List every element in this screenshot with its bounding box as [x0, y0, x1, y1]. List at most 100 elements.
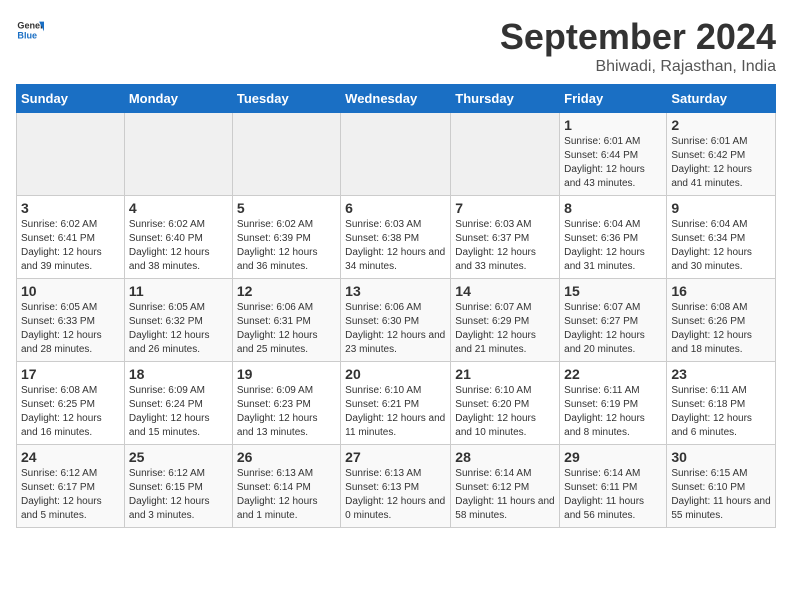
day-cell: 4 Sunrise: 6:02 AMSunset: 6:40 PMDayligh…	[124, 196, 232, 279]
day-cell: 25 Sunrise: 6:12 AMSunset: 6:15 PMDaylig…	[124, 445, 232, 528]
day-info: Sunrise: 6:08 AMSunset: 6:25 PMDaylight:…	[21, 384, 120, 440]
day-cell: 5 Sunrise: 6:02 AMSunset: 6:39 PMDayligh…	[232, 196, 340, 279]
day-cell: 10 Sunrise: 6:05 AMSunset: 6:33 PMDaylig…	[17, 279, 125, 362]
day-cell: 14 Sunrise: 6:07 AMSunset: 6:29 PMDaylig…	[451, 279, 560, 362]
day-info: Sunrise: 6:03 AMSunset: 6:38 PMDaylight:…	[345, 218, 446, 274]
day-cell: 24 Sunrise: 6:12 AMSunset: 6:17 PMDaylig…	[17, 445, 125, 528]
day-info: Sunrise: 6:09 AMSunset: 6:23 PMDaylight:…	[237, 384, 336, 440]
day-number: 18	[129, 366, 228, 382]
day-number: 25	[129, 449, 228, 465]
day-info: Sunrise: 6:12 AMSunset: 6:15 PMDaylight:…	[129, 467, 228, 523]
day-number: 2	[671, 117, 771, 133]
header-sunday: Sunday	[17, 85, 125, 113]
day-cell: 15 Sunrise: 6:07 AMSunset: 6:27 PMDaylig…	[560, 279, 667, 362]
day-cell: 9 Sunrise: 6:04 AMSunset: 6:34 PMDayligh…	[667, 196, 776, 279]
month-title: September 2024	[500, 16, 776, 58]
day-info: Sunrise: 6:10 AMSunset: 6:21 PMDaylight:…	[345, 384, 446, 440]
day-number: 3	[21, 200, 120, 216]
day-info: Sunrise: 6:09 AMSunset: 6:24 PMDaylight:…	[129, 384, 228, 440]
calendar-row: 24 Sunrise: 6:12 AMSunset: 6:17 PMDaylig…	[17, 445, 776, 528]
day-number: 30	[671, 449, 771, 465]
day-number: 28	[455, 449, 555, 465]
day-info: Sunrise: 6:01 AMSunset: 6:44 PMDaylight:…	[564, 135, 662, 191]
day-cell: 17 Sunrise: 6:08 AMSunset: 6:25 PMDaylig…	[17, 362, 125, 445]
day-cell: 12 Sunrise: 6:06 AMSunset: 6:31 PMDaylig…	[232, 279, 340, 362]
calendar-row: 1 Sunrise: 6:01 AMSunset: 6:44 PMDayligh…	[17, 113, 776, 196]
day-cell: 2 Sunrise: 6:01 AMSunset: 6:42 PMDayligh…	[667, 113, 776, 196]
empty-cell	[341, 113, 451, 196]
day-cell: 7 Sunrise: 6:03 AMSunset: 6:37 PMDayligh…	[451, 196, 560, 279]
header-monday: Monday	[124, 85, 232, 113]
day-number: 27	[345, 449, 446, 465]
day-info: Sunrise: 6:04 AMSunset: 6:34 PMDaylight:…	[671, 218, 771, 274]
location-title: Bhiwadi, Rajasthan, India	[500, 58, 776, 76]
day-cell: 22 Sunrise: 6:11 AMSunset: 6:19 PMDaylig…	[560, 362, 667, 445]
day-number: 15	[564, 283, 662, 299]
day-number: 4	[129, 200, 228, 216]
day-cell: 19 Sunrise: 6:09 AMSunset: 6:23 PMDaylig…	[232, 362, 340, 445]
day-cell: 20 Sunrise: 6:10 AMSunset: 6:21 PMDaylig…	[341, 362, 451, 445]
day-cell: 30 Sunrise: 6:15 AMSunset: 6:10 PMDaylig…	[667, 445, 776, 528]
day-number: 10	[21, 283, 120, 299]
day-info: Sunrise: 6:02 AMSunset: 6:41 PMDaylight:…	[21, 218, 120, 274]
day-info: Sunrise: 6:08 AMSunset: 6:26 PMDaylight:…	[671, 301, 771, 357]
day-cell: 3 Sunrise: 6:02 AMSunset: 6:41 PMDayligh…	[17, 196, 125, 279]
day-number: 23	[671, 366, 771, 382]
empty-cell	[451, 113, 560, 196]
header-wednesday: Wednesday	[341, 85, 451, 113]
day-info: Sunrise: 6:14 AMSunset: 6:12 PMDaylight:…	[455, 467, 555, 523]
header-friday: Friday	[560, 85, 667, 113]
day-info: Sunrise: 6:12 AMSunset: 6:17 PMDaylight:…	[21, 467, 120, 523]
day-cell: 8 Sunrise: 6:04 AMSunset: 6:36 PMDayligh…	[560, 196, 667, 279]
day-number: 5	[237, 200, 336, 216]
empty-cell	[17, 113, 125, 196]
day-info: Sunrise: 6:04 AMSunset: 6:36 PMDaylight:…	[564, 218, 662, 274]
header: General Blue September 2024 Bhiwadi, Raj…	[16, 16, 776, 76]
day-number: 20	[345, 366, 446, 382]
header-tuesday: Tuesday	[232, 85, 340, 113]
day-number: 6	[345, 200, 446, 216]
empty-cell	[124, 113, 232, 196]
day-cell: 27 Sunrise: 6:13 AMSunset: 6:13 PMDaylig…	[341, 445, 451, 528]
day-info: Sunrise: 6:02 AMSunset: 6:39 PMDaylight:…	[237, 218, 336, 274]
svg-text:Blue: Blue	[17, 30, 37, 40]
day-number: 24	[21, 449, 120, 465]
day-info: Sunrise: 6:14 AMSunset: 6:11 PMDaylight:…	[564, 467, 662, 523]
day-cell: 29 Sunrise: 6:14 AMSunset: 6:11 PMDaylig…	[560, 445, 667, 528]
day-number: 14	[455, 283, 555, 299]
day-number: 26	[237, 449, 336, 465]
day-number: 29	[564, 449, 662, 465]
day-number: 22	[564, 366, 662, 382]
day-number: 1	[564, 117, 662, 133]
day-number: 12	[237, 283, 336, 299]
day-info: Sunrise: 6:06 AMSunset: 6:30 PMDaylight:…	[345, 301, 446, 357]
header-thursday: Thursday	[451, 85, 560, 113]
day-number: 21	[455, 366, 555, 382]
day-info: Sunrise: 6:05 AMSunset: 6:32 PMDaylight:…	[129, 301, 228, 357]
day-cell: 13 Sunrise: 6:06 AMSunset: 6:30 PMDaylig…	[341, 279, 451, 362]
day-info: Sunrise: 6:13 AMSunset: 6:13 PMDaylight:…	[345, 467, 446, 523]
day-info: Sunrise: 6:15 AMSunset: 6:10 PMDaylight:…	[671, 467, 771, 523]
day-cell: 11 Sunrise: 6:05 AMSunset: 6:32 PMDaylig…	[124, 279, 232, 362]
day-cell: 23 Sunrise: 6:11 AMSunset: 6:18 PMDaylig…	[667, 362, 776, 445]
day-cell: 6 Sunrise: 6:03 AMSunset: 6:38 PMDayligh…	[341, 196, 451, 279]
day-info: Sunrise: 6:10 AMSunset: 6:20 PMDaylight:…	[455, 384, 555, 440]
title-area: September 2024 Bhiwadi, Rajasthan, India	[500, 16, 776, 76]
day-info: Sunrise: 6:07 AMSunset: 6:29 PMDaylight:…	[455, 301, 555, 357]
day-info: Sunrise: 6:01 AMSunset: 6:42 PMDaylight:…	[671, 135, 771, 191]
day-number: 8	[564, 200, 662, 216]
day-number: 19	[237, 366, 336, 382]
logo: General Blue	[16, 16, 44, 44]
day-number: 16	[671, 283, 771, 299]
day-info: Sunrise: 6:02 AMSunset: 6:40 PMDaylight:…	[129, 218, 228, 274]
day-cell: 1 Sunrise: 6:01 AMSunset: 6:44 PMDayligh…	[560, 113, 667, 196]
day-info: Sunrise: 6:07 AMSunset: 6:27 PMDaylight:…	[564, 301, 662, 357]
day-cell: 18 Sunrise: 6:09 AMSunset: 6:24 PMDaylig…	[124, 362, 232, 445]
header-saturday: Saturday	[667, 85, 776, 113]
logo-icon: General Blue	[16, 16, 44, 44]
day-number: 17	[21, 366, 120, 382]
day-info: Sunrise: 6:03 AMSunset: 6:37 PMDaylight:…	[455, 218, 555, 274]
day-info: Sunrise: 6:11 AMSunset: 6:19 PMDaylight:…	[564, 384, 662, 440]
day-number: 9	[671, 200, 771, 216]
day-number: 7	[455, 200, 555, 216]
